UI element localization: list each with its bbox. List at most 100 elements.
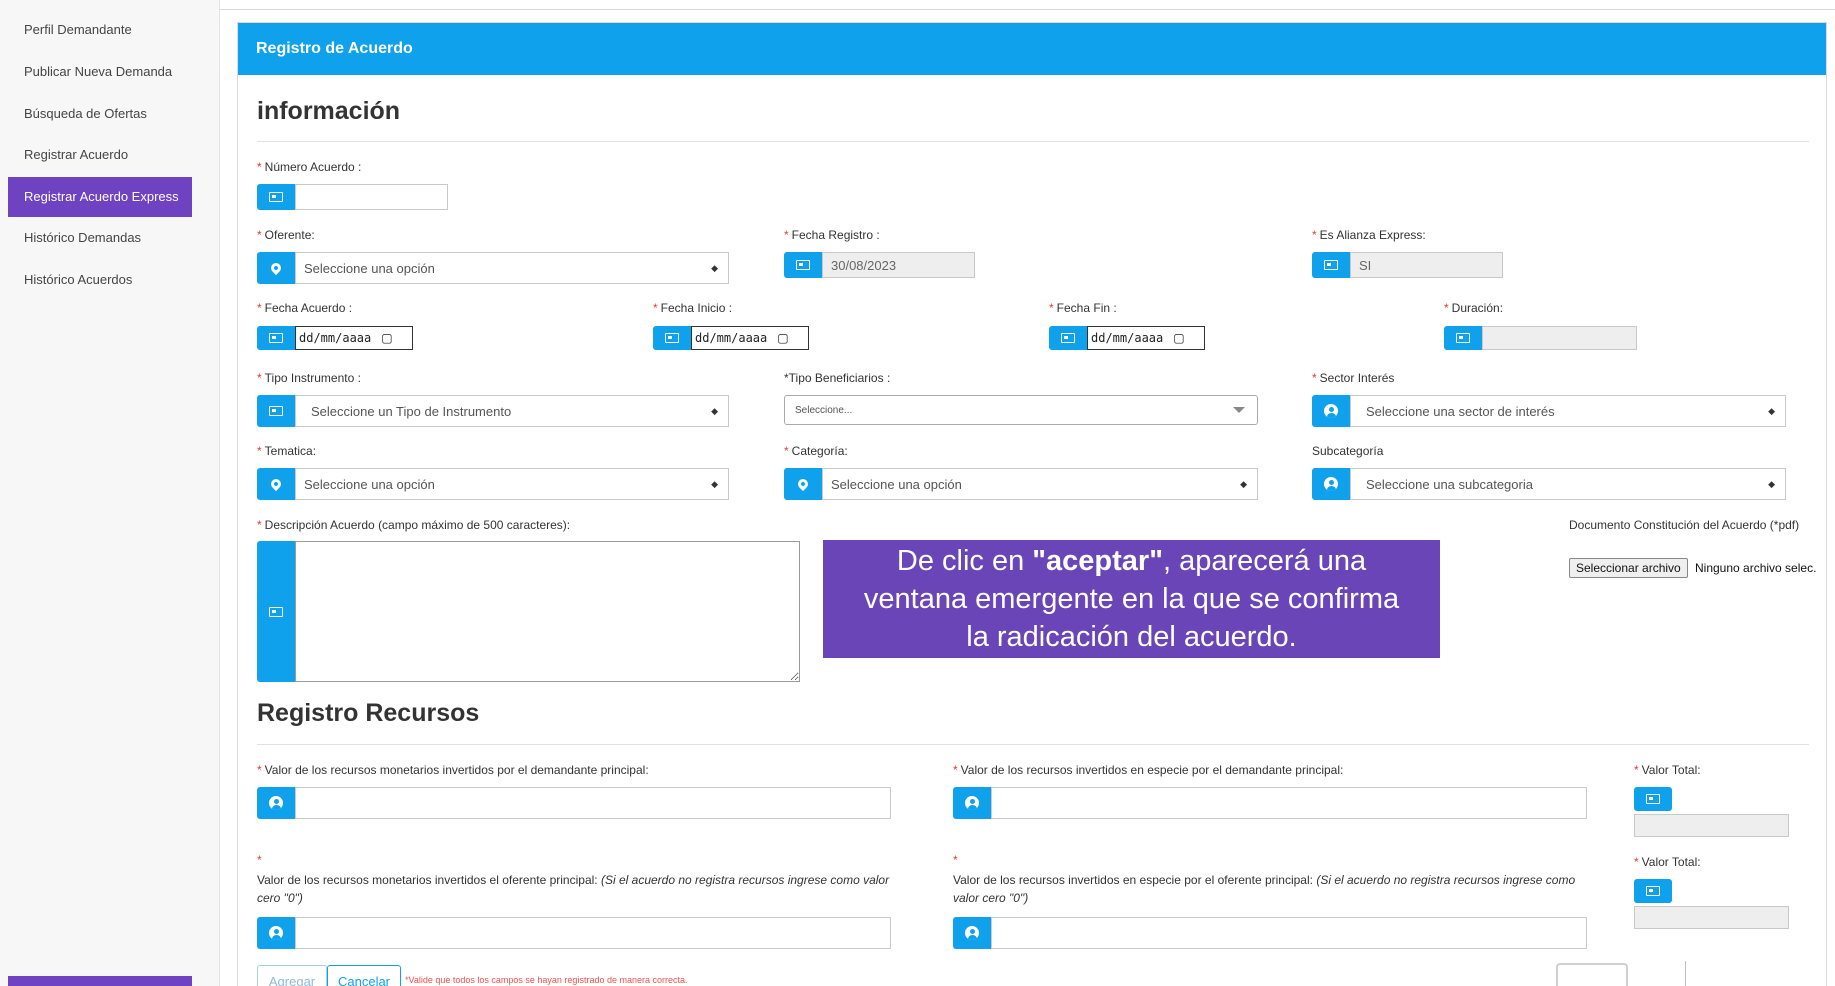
user-circle-icon <box>269 796 283 810</box>
descripcion-label: * Descripción Acuerdo (campo máximo de 50… <box>257 518 571 532</box>
categoria-label: * Categoría: <box>784 444 848 458</box>
cancelar-button[interactable]: Cancelar <box>327 965 401 986</box>
tematica-select[interactable]: Seleccione una opción ◆ <box>295 468 729 500</box>
calendar-icon[interactable]: ▢ <box>1173 331 1184 345</box>
panel-title: Registro de Acuerdo <box>238 23 1826 75</box>
select-caret-icon: ◆ <box>711 405 718 416</box>
validation-message: *Valide que todos los campos se hayan re… <box>405 975 688 985</box>
subcategoria-label: Subcategoría <box>1312 444 1384 458</box>
instruction-callout: De clic en "aceptar", aparecerá una vent… <box>823 540 1440 658</box>
map-pin-icon <box>795 476 811 492</box>
required-mark-oferente-monetarios: * <box>257 853 262 867</box>
section-divider <box>257 744 1809 745</box>
id-card-icon <box>1646 794 1660 804</box>
select-caret-icon: ◆ <box>1768 478 1775 489</box>
especie-demandante-input[interactable] <box>991 787 1587 819</box>
id-card-icon <box>796 260 810 270</box>
fecha-registro-addon <box>784 252 822 278</box>
es-alianza-input: SI <box>1350 252 1503 278</box>
map-pin-icon <box>268 476 284 492</box>
fecha-registro-input: 30/08/2023 <box>822 252 975 278</box>
tipo-beneficiarios-select[interactable]: Seleccione... <box>784 395 1258 425</box>
numero-acuerdo-input[interactable] <box>295 184 448 210</box>
sidebar: Perfil Demandante Publicar Nueva Demanda… <box>0 0 220 986</box>
callout-line-1: De clic en "aceptar", aparecerá una <box>896 545 1367 577</box>
monetarios-demandante-label: * Valor de los recursos monetarios invert… <box>257 763 649 777</box>
sidebar-item-publicar-nueva-demanda[interactable]: Publicar Nueva Demanda <box>8 52 192 92</box>
select-caret-icon <box>1233 407 1245 413</box>
registro-acuerdo-panel: Registro de Acuerdo información * Número … <box>237 22 1827 986</box>
fecha-fin-addon <box>1049 326 1087 350</box>
fecha-fin-label: * Fecha Fin : <box>1049 301 1117 315</box>
subcategoria-select[interactable]: Seleccione una subcategoria ◆ <box>1350 468 1786 500</box>
map-pin-icon <box>268 260 284 276</box>
required-mark-oferente-especie: * <box>953 853 958 867</box>
descripcion-addon <box>257 541 295 682</box>
sector-interes-select[interactable]: Seleccione una sector de interés ◆ <box>1350 395 1786 427</box>
sidebar-item-registrar-acuerdo-express[interactable]: Registrar Acuerdo Express <box>8 177 192 217</box>
sector-interes-addon <box>1312 395 1350 427</box>
es-alianza-addon <box>1312 252 1350 278</box>
user-circle-icon <box>965 926 979 940</box>
fecha-acuerdo-addon <box>257 326 295 350</box>
fecha-inicio-addon <box>653 326 691 350</box>
user-circle-icon <box>1324 404 1338 418</box>
section-title-recursos: Registro Recursos <box>257 699 480 727</box>
seleccionar-archivo-button[interactable]: Seleccionar archivo <box>1569 558 1688 578</box>
especie-oferente-input[interactable] <box>991 917 1587 949</box>
id-card-icon <box>269 406 283 416</box>
tipo-instrumento-addon <box>257 395 295 427</box>
sidebar-item-historico-demandas[interactable]: Histórico Demandas <box>8 218 192 258</box>
agregar-button[interactable]: Agregar <box>257 965 327 986</box>
valor-total-2-addon <box>1634 879 1672 903</box>
archivo-status: Ninguno archivo selec. <box>1695 561 1817 575</box>
select-caret-icon: ◆ <box>1768 405 1775 416</box>
calendar-icon[interactable]: ▢ <box>381 331 392 345</box>
documento-label: Documento Constitución del Acuerdo (*pdf… <box>1569 518 1800 532</box>
top-divider <box>220 9 1835 10</box>
sidebar-item-registrar-acuerdo[interactable]: Registrar Acuerdo <box>8 135 192 175</box>
section-divider <box>257 141 1809 142</box>
oferente-label: * Oferente: <box>257 228 315 242</box>
monetarios-oferente-input[interactable] <box>295 917 891 949</box>
id-card-icon <box>665 333 679 343</box>
user-circle-icon <box>965 796 979 810</box>
monetarios-oferente-addon <box>257 917 295 949</box>
fecha-fin-input[interactable]: dd/mm/aaaa ▢ <box>1087 326 1205 350</box>
fecha-inicio-input[interactable]: dd/mm/aaaa ▢ <box>691 326 809 350</box>
tipo-instrumento-select[interactable]: Seleccione un Tipo de Instrumento ◆ <box>295 395 729 427</box>
categoria-addon <box>784 468 822 500</box>
fecha-acuerdo-input[interactable]: dd/mm/aaaa ▢ <box>295 326 413 350</box>
tipo-instrumento-label: * Tipo Instrumento : <box>257 371 361 385</box>
oferente-select[interactable]: Seleccione una opción ◆ <box>295 252 729 284</box>
monetarios-demandante-input[interactable] <box>295 787 891 819</box>
numero-acuerdo-addon <box>257 184 295 210</box>
tematica-label: * Tematica: <box>257 444 317 458</box>
id-card-icon <box>1061 333 1075 343</box>
monetarios-oferente-label: Valor de los recursos monetarios inverti… <box>257 873 890 905</box>
calendar-icon[interactable]: ▢ <box>777 331 788 345</box>
section-title-informacion: información <box>257 97 401 125</box>
sidebar-item-perfil-demandante[interactable]: Perfil Demandante <box>8 10 192 50</box>
fecha-acuerdo-label: * Fecha Acuerdo : <box>257 301 353 315</box>
fecha-inicio-label: * Fecha Inicio : <box>653 301 733 315</box>
id-card-icon <box>1324 260 1338 270</box>
descripcion-textarea[interactable] <box>295 541 800 682</box>
logo-divider <box>1685 961 1686 986</box>
logo-shield <box>1556 963 1628 986</box>
select-caret-icon: ◆ <box>1240 478 1247 489</box>
oferente-addon <box>257 252 295 284</box>
select-caret-icon: ◆ <box>711 478 718 489</box>
tipo-beneficiarios-label: *Tipo Beneficiarios : <box>784 371 891 385</box>
user-circle-icon <box>1324 477 1338 491</box>
categoria-select[interactable]: Seleccione una opción ◆ <box>822 468 1258 500</box>
tematica-addon <box>257 468 295 500</box>
sector-interes-label: * Sector Interés <box>1312 371 1395 385</box>
sidebar-item-busqueda-ofertas[interactable]: Búsqueda de Ofertas <box>8 94 192 134</box>
subcategoria-addon <box>1312 468 1350 500</box>
valor-total-1-label: * Valor Total: <box>1634 763 1701 777</box>
callout-line-3: la radicación del acuerdo. <box>966 621 1297 653</box>
especie-demandante-label: * Valor de los recursos invertidos en esp… <box>953 763 1344 777</box>
id-card-icon <box>269 606 283 617</box>
sidebar-item-historico-acuerdos[interactable]: Histórico Acuerdos <box>8 260 192 300</box>
